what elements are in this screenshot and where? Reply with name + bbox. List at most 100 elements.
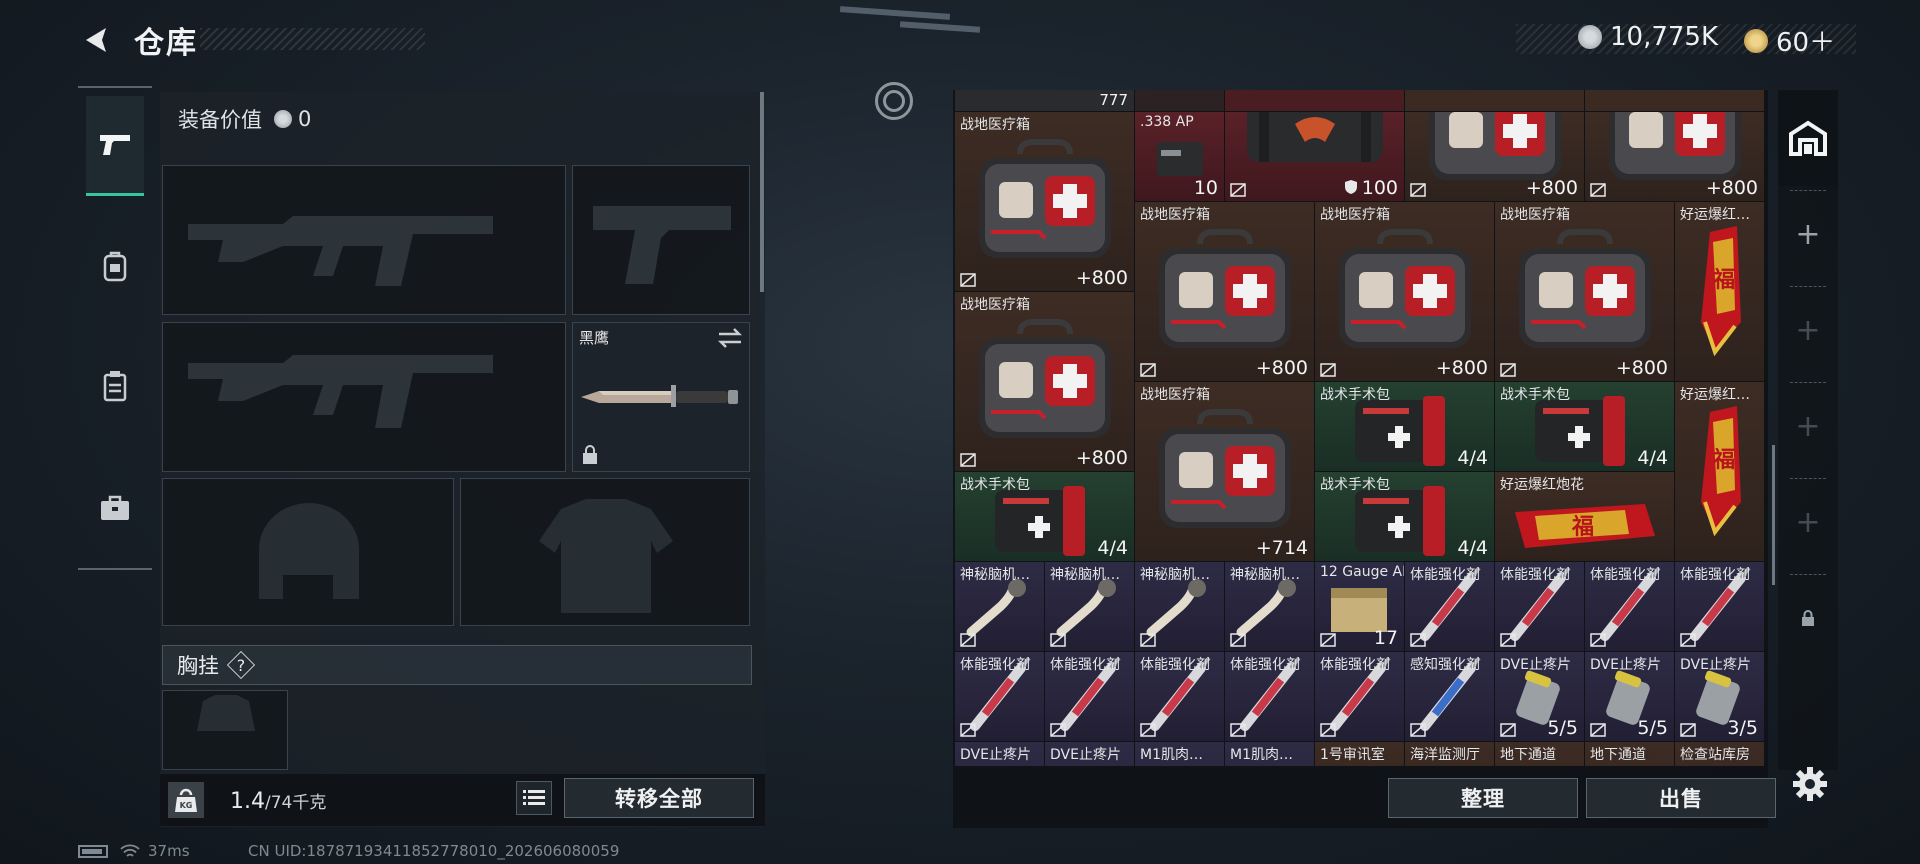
storage-item-cell[interactable]: 神秘脑机… — [955, 562, 1045, 652]
divider — [1790, 190, 1826, 191]
storage-item-cell[interactable]: 福 好运爆红… — [1675, 202, 1765, 382]
sell-button[interactable]: 出售 — [1586, 778, 1776, 818]
currency-primary[interactable]: 10,775K — [1578, 22, 1718, 52]
equipment-value-label: 装备价值 — [178, 108, 262, 132]
storage-item-cell[interactable]: 100 — [1225, 112, 1405, 202]
storage-item-cell[interactable]: 检查站库房 — [1675, 742, 1765, 766]
storage-item-cell[interactable]: DVE止疼片 3/5 — [1675, 652, 1765, 742]
storage-item-cell[interactable]: 神秘脑机… — [1225, 562, 1315, 652]
primary-weapon-slot[interactable] — [162, 165, 566, 315]
storage-item-cell[interactable]: 战地医疗箱 +800 — [955, 292, 1135, 472]
no-insure-icon — [1140, 363, 1156, 377]
storage-item-cell[interactable]: DVE止疼片 5/5 — [1585, 652, 1675, 742]
storage-item-cell[interactable]: 神秘脑机… — [1135, 562, 1225, 652]
tab-storage-add-4[interactable]: + — [1778, 474, 1838, 570]
pistol-slot[interactable] — [572, 165, 750, 315]
list-view-button[interactable] — [516, 781, 552, 815]
currency-secondary[interactable]: 60＋ — [1744, 22, 1835, 59]
storage-item-cell[interactable]: 福 好运爆红炮花 — [1495, 472, 1675, 562]
chest-rig-slot[interactable] — [162, 690, 288, 770]
storage-item-cell[interactable]: 战地医疗箱 +800 — [1315, 202, 1495, 382]
tab-armor[interactable] — [86, 216, 144, 316]
no-insure-icon — [1320, 633, 1336, 647]
storage-item-cell[interactable]: 海洋监测厅 — [1405, 742, 1495, 766]
lock-icon — [583, 445, 597, 464]
item-name: 战术手术包 — [1320, 477, 1390, 493]
tab-storage-add-2[interactable]: + — [1778, 282, 1838, 378]
storage-item-cell[interactable]: 战术手术包 4/4 — [1315, 472, 1495, 562]
tab-weapons[interactable] — [86, 96, 144, 196]
storage-item-cell[interactable]: DVE止疼片 — [955, 742, 1045, 766]
storage-item-cell[interactable]: 感知强化剂 — [1405, 652, 1495, 742]
tab-storage-main[interactable] — [1778, 90, 1838, 186]
player-uid: CN UID:18787193411852778010_202606080059 — [248, 842, 620, 860]
item-name: 12 Gauge AP-20 — [1320, 564, 1404, 580]
storage-cell-partial[interactable]: 777 — [955, 90, 1135, 112]
storage-item-cell[interactable]: 战术手术包 4/4 — [1495, 382, 1675, 472]
storage-item-cell[interactable]: 地下通道 — [1585, 742, 1675, 766]
no-insure-icon — [1590, 183, 1606, 197]
melee-slot[interactable]: 黑鹰 — [572, 322, 750, 472]
storage-cell-partial[interactable] — [1405, 90, 1585, 112]
storage-item-cell[interactable]: 战术手术包 4/4 — [1315, 382, 1495, 472]
storage-item-cell[interactable]: 神秘脑机… — [1045, 562, 1135, 652]
secondary-weapon-slot[interactable] — [162, 322, 566, 472]
item-qty: +800 — [1615, 357, 1668, 379]
storage-item-cell[interactable]: 战地医疗箱 +800 — [1135, 202, 1315, 382]
help-icon[interactable]: ? — [229, 653, 253, 677]
sort-button[interactable]: 整理 — [1388, 778, 1578, 818]
storage-item-cell[interactable]: 体能强化剂 — [1405, 562, 1495, 652]
storage-cell-partial[interactable] — [1585, 90, 1765, 112]
storage-item-cell[interactable]: 体能强化剂 — [1315, 652, 1405, 742]
back-button[interactable] — [78, 22, 114, 58]
tab-storage-add-3[interactable]: + — [1778, 378, 1838, 474]
tab-case[interactable] — [86, 458, 144, 558]
storage-cell-partial[interactable] — [1225, 90, 1405, 112]
storage-item-cell[interactable]: 体能强化剂 — [1225, 652, 1315, 742]
storage-item-cell[interactable]: 体能强化剂 — [955, 652, 1045, 742]
vest-icon — [103, 371, 127, 402]
storage-item-cell[interactable]: M1肌肉… — [1135, 742, 1225, 766]
list-icon — [523, 790, 545, 805]
item-name: M1肌肉… — [1230, 747, 1293, 763]
tab-storage-add-1[interactable]: + — [1778, 186, 1838, 282]
storage-item-cell[interactable]: 战地医疗箱 +714 — [1135, 382, 1315, 562]
storage-item-cell[interactable]: DVE止疼片 — [1045, 742, 1135, 766]
storage-item-cell[interactable]: 战术手术包 4/4 — [955, 472, 1135, 562]
storage-item-cell[interactable]: 地下通道 — [1495, 742, 1585, 766]
storage-item-cell[interactable]: 12 Gauge AP-20 17 — [1315, 562, 1405, 652]
item-qty: 10 — [1193, 177, 1218, 199]
storage-cell-partial[interactable] — [1135, 90, 1225, 112]
helmet-slot[interactable] — [162, 478, 454, 626]
armor-slot[interactable] — [460, 478, 750, 626]
center-ring-icon[interactable] — [875, 82, 913, 120]
storage-item-cell[interactable]: 福 好运爆红… — [1675, 382, 1765, 562]
storage-item-cell[interactable]: M1肌肉… — [1225, 742, 1315, 766]
storage-item-cell[interactable]: +800 — [1585, 112, 1765, 202]
swap-icon[interactable] — [717, 327, 743, 349]
tab-rig[interactable] — [86, 336, 144, 436]
page-title: 仓库 — [134, 26, 198, 61]
storage-item-cell[interactable]: 体能强化剂 — [1045, 652, 1135, 742]
storage-item-cell[interactable]: 体能强化剂 — [1675, 562, 1765, 652]
currency-secondary-value: 60＋ — [1776, 28, 1836, 58]
settings-gear-icon[interactable] — [1790, 764, 1830, 804]
storage-item-cell[interactable]: DVE止疼片 5/5 — [1495, 652, 1585, 742]
knife-icon — [581, 385, 738, 407]
equipment-scrollbar[interactable] — [760, 92, 764, 292]
storage-item-cell[interactable]: .338 AP 10 — [1135, 112, 1225, 202]
storage-item-cell[interactable]: 体能强化剂 — [1585, 562, 1675, 652]
no-insure-icon — [1500, 633, 1516, 647]
storage-item-cell[interactable]: +800 — [1405, 112, 1585, 202]
item-name: 海洋监测厅 — [1410, 747, 1480, 763]
storage-item-cell[interactable]: 体能强化剂 — [1135, 652, 1225, 742]
storage-scrollbar[interactable] — [1772, 445, 1775, 585]
storage-item-cell[interactable]: 体能强化剂 — [1495, 562, 1585, 652]
transfer-all-button[interactable]: 转移全部 — [564, 778, 754, 818]
storage-item-cell[interactable]: 战地医疗箱 +800 — [955, 112, 1135, 292]
equipment-value: 装备价值 0 — [178, 104, 311, 134]
item-name: 好运爆红炮花 — [1500, 477, 1584, 493]
storage-item-cell[interactable]: 1号审讯室 — [1315, 742, 1405, 766]
storage-item-cell[interactable]: 战地医疗箱 +800 — [1495, 202, 1675, 382]
tab-storage-locked[interactable] — [1778, 570, 1838, 666]
